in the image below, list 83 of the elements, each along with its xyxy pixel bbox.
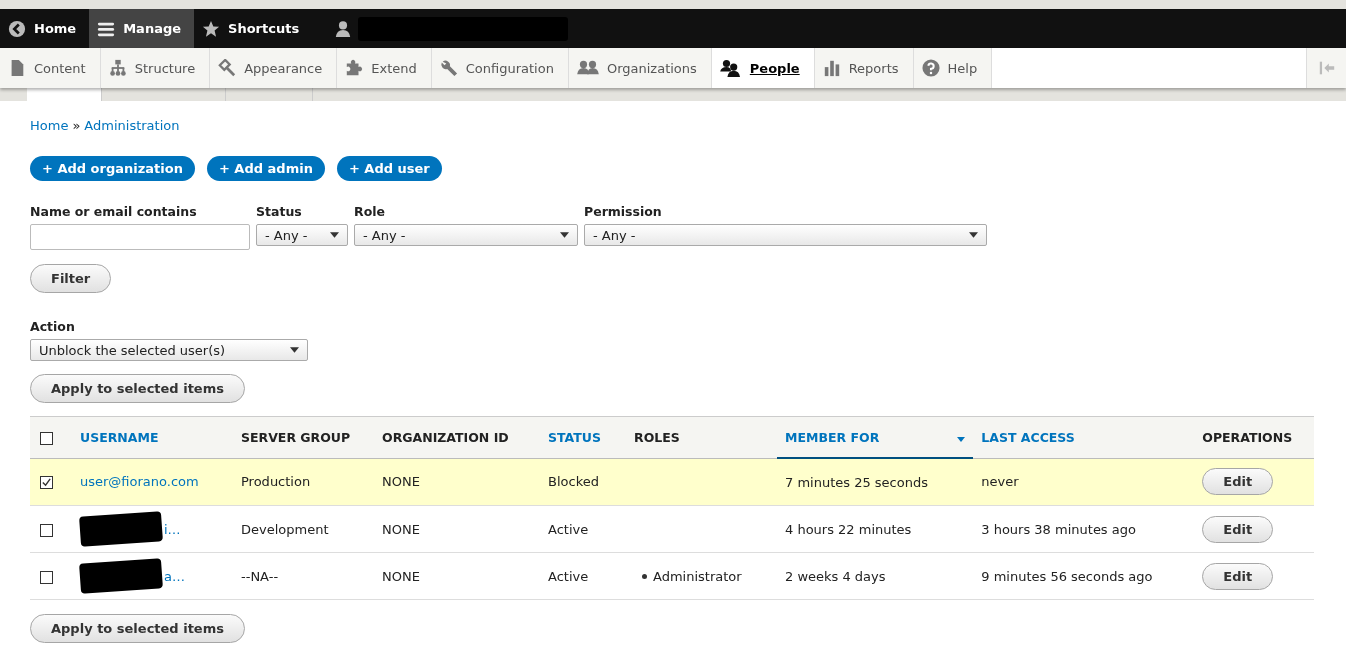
apply-button[interactable]: Apply to selected items <box>30 374 245 403</box>
select-all-checkbox[interactable] <box>40 431 53 445</box>
filter-button[interactable]: Filter <box>30 264 112 293</box>
tray-tab[interactable]: Extend <box>337 48 432 88</box>
tray-tab[interactable]: Organizations <box>568 48 712 88</box>
row-checkbox[interactable] <box>40 570 53 584</box>
table-cell: Production <box>241 474 311 490</box>
caret-icon <box>330 232 339 238</box>
table-cell: Active <box>548 521 589 537</box>
table-cell: 4 hours 22 minutes <box>785 521 912 537</box>
tray-tab[interactable]: Content <box>0 48 101 88</box>
user-icon <box>334 19 353 38</box>
secondary-tab[interactable] <box>27 88 102 101</box>
brush-icon <box>218 59 237 77</box>
breadcrumb-link[interactable]: Administration <box>84 118 180 133</box>
table-cell: Development <box>241 521 329 537</box>
row-checkbox[interactable] <box>40 523 53 537</box>
action-link-button[interactable]: + Add organization <box>30 156 195 181</box>
tray-tab[interactable]: Help <box>913 48 993 88</box>
people-icon <box>719 59 742 77</box>
toolbar-tab[interactable]: Shortcuts <box>194 9 313 48</box>
hierarchy-icon <box>108 59 127 77</box>
tray-tab[interactable]: People <box>711 48 815 88</box>
sort-header-link[interactable]: MEMBER FOR <box>785 429 880 445</box>
bar-chart-icon <box>822 59 841 77</box>
caret-icon <box>290 347 299 353</box>
table-cell: NONE <box>382 568 420 584</box>
column-header: OPERATIONS <box>1202 429 1293 445</box>
filter-label: Status <box>256 204 303 219</box>
column-header: ROLES <box>634 429 680 445</box>
collapse-tray-button[interactable] <box>1306 48 1346 88</box>
table-cell: never <box>981 474 1019 490</box>
sort-header-link[interactable]: USERNAME <box>80 429 159 445</box>
sort-caret-icon <box>957 436 966 442</box>
account-link[interactable]: i… <box>164 521 181 537</box>
tray-tab[interactable]: Structure <box>100 48 211 88</box>
table-cell: 3 hours 38 minutes ago <box>981 521 1136 537</box>
table-cell: 7 minutes 25 seconds <box>785 474 928 490</box>
name-email-field[interactable] <box>30 224 250 250</box>
table-cell: 2 weeks 4 days <box>785 568 886 584</box>
caret-icon <box>560 232 569 238</box>
edit-button[interactable]: Edit <box>1202 468 1274 496</box>
bullet-icon <box>642 573 647 579</box>
puzzle-icon <box>345 59 364 77</box>
tray-tab[interactable]: Configuration <box>431 48 569 88</box>
star-icon <box>202 19 221 38</box>
collapse-icon <box>1317 59 1336 77</box>
breadcrumb-separator: » <box>72 118 81 133</box>
role-text: Administrator <box>653 568 742 584</box>
tray-tab[interactable]: Reports <box>814 48 914 88</box>
wrench-icon <box>439 59 458 77</box>
table-cell: NONE <box>382 521 420 537</box>
table-cell: Blocked <box>548 474 599 490</box>
tray-tab[interactable]: Appearance <box>210 48 338 88</box>
edit-button[interactable]: Edit <box>1202 515 1274 543</box>
help-icon <box>921 59 940 77</box>
sort-header-link[interactable]: LAST ACCESS <box>981 429 1075 445</box>
filter-select[interactable]: - Any - <box>584 224 987 246</box>
filter-label: Permission <box>584 204 663 219</box>
action-link-button[interactable]: + Add admin <box>206 156 325 181</box>
edit-button[interactable]: Edit <box>1202 562 1274 590</box>
column-header: SERVER GROUP <box>241 429 351 445</box>
action-select[interactable]: Unblock the selected user(s) <box>30 339 308 361</box>
group-icon <box>576 59 599 77</box>
filter-select[interactable]: - Any - <box>354 224 578 246</box>
account-link[interactable]: a… <box>164 568 185 584</box>
back-icon <box>8 19 26 38</box>
table-cell: --NA-- <box>241 568 279 584</box>
table-cell: 9 minutes 56 seconds ago <box>981 568 1153 584</box>
action-link-button[interactable]: + Add user <box>336 156 442 181</box>
apply-button[interactable]: Apply to selected items <box>30 614 245 643</box>
row-checkbox[interactable] <box>40 476 53 490</box>
column-header: ORGANIZATION ID <box>382 429 509 445</box>
filter-select[interactable]: - Any - <box>256 224 348 246</box>
table-cell: NONE <box>382 474 420 490</box>
toolbar-tab[interactable]: Manage <box>89 9 195 48</box>
table-cell: Active <box>548 568 589 584</box>
breadcrumb-link[interactable]: Home <box>30 118 69 133</box>
filter-label: Name or email contains <box>30 204 198 219</box>
toolbar-tab[interactable]: Home <box>0 9 90 48</box>
caret-icon <box>969 232 978 238</box>
filter-label: Role <box>354 204 386 219</box>
action-label: Action <box>30 319 76 334</box>
